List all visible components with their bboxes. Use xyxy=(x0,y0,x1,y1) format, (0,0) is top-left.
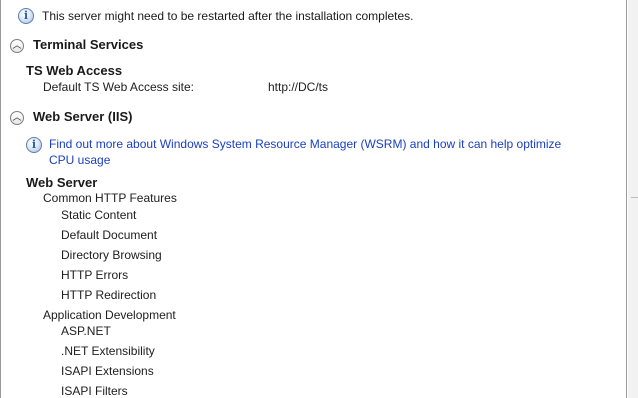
info-icon: i xyxy=(26,137,42,153)
scrollbar-divider xyxy=(631,197,638,198)
section-heading-web-server-iis[interactable]: Web Server (IIS) xyxy=(33,109,132,124)
list-item: HTTP Redirection xyxy=(61,288,157,302)
list-item: ISAPI Filters xyxy=(61,384,128,398)
list-item: ASP.NET xyxy=(61,324,111,338)
application-development-label: Application Development xyxy=(43,308,176,322)
restart-notice: This server might need to be restarted a… xyxy=(42,9,414,23)
wsrm-link-line2[interactable]: CPU usage xyxy=(49,152,110,168)
ts-web-access-site-label: Default TS Web Access site: xyxy=(43,80,194,94)
info-icon: i xyxy=(18,8,34,24)
list-item: ISAPI Extensions xyxy=(61,364,154,378)
section-heading-terminal-services[interactable]: Terminal Services xyxy=(33,37,143,52)
list-item: Static Content xyxy=(61,208,137,222)
ts-web-access-heading: TS Web Access xyxy=(26,63,123,78)
wsrm-link-line1[interactable]: Find out more about Windows System Resou… xyxy=(49,136,561,152)
list-item: .NET Extensibility xyxy=(61,344,155,358)
scrollbar[interactable] xyxy=(628,0,638,398)
common-http-features-label: Common HTTP Features xyxy=(43,191,177,205)
web-server-heading: Web Server xyxy=(26,175,98,190)
collapse-terminal-services-icon[interactable]: ︿ xyxy=(10,39,24,53)
list-item: Default Document xyxy=(61,228,158,242)
list-item: Directory Browsing xyxy=(61,248,162,262)
ts-web-access-site-value: http://DC/ts xyxy=(268,80,329,94)
collapse-web-server-iis-icon[interactable]: ︿ xyxy=(10,111,24,125)
list-item: HTTP Errors xyxy=(61,268,129,282)
